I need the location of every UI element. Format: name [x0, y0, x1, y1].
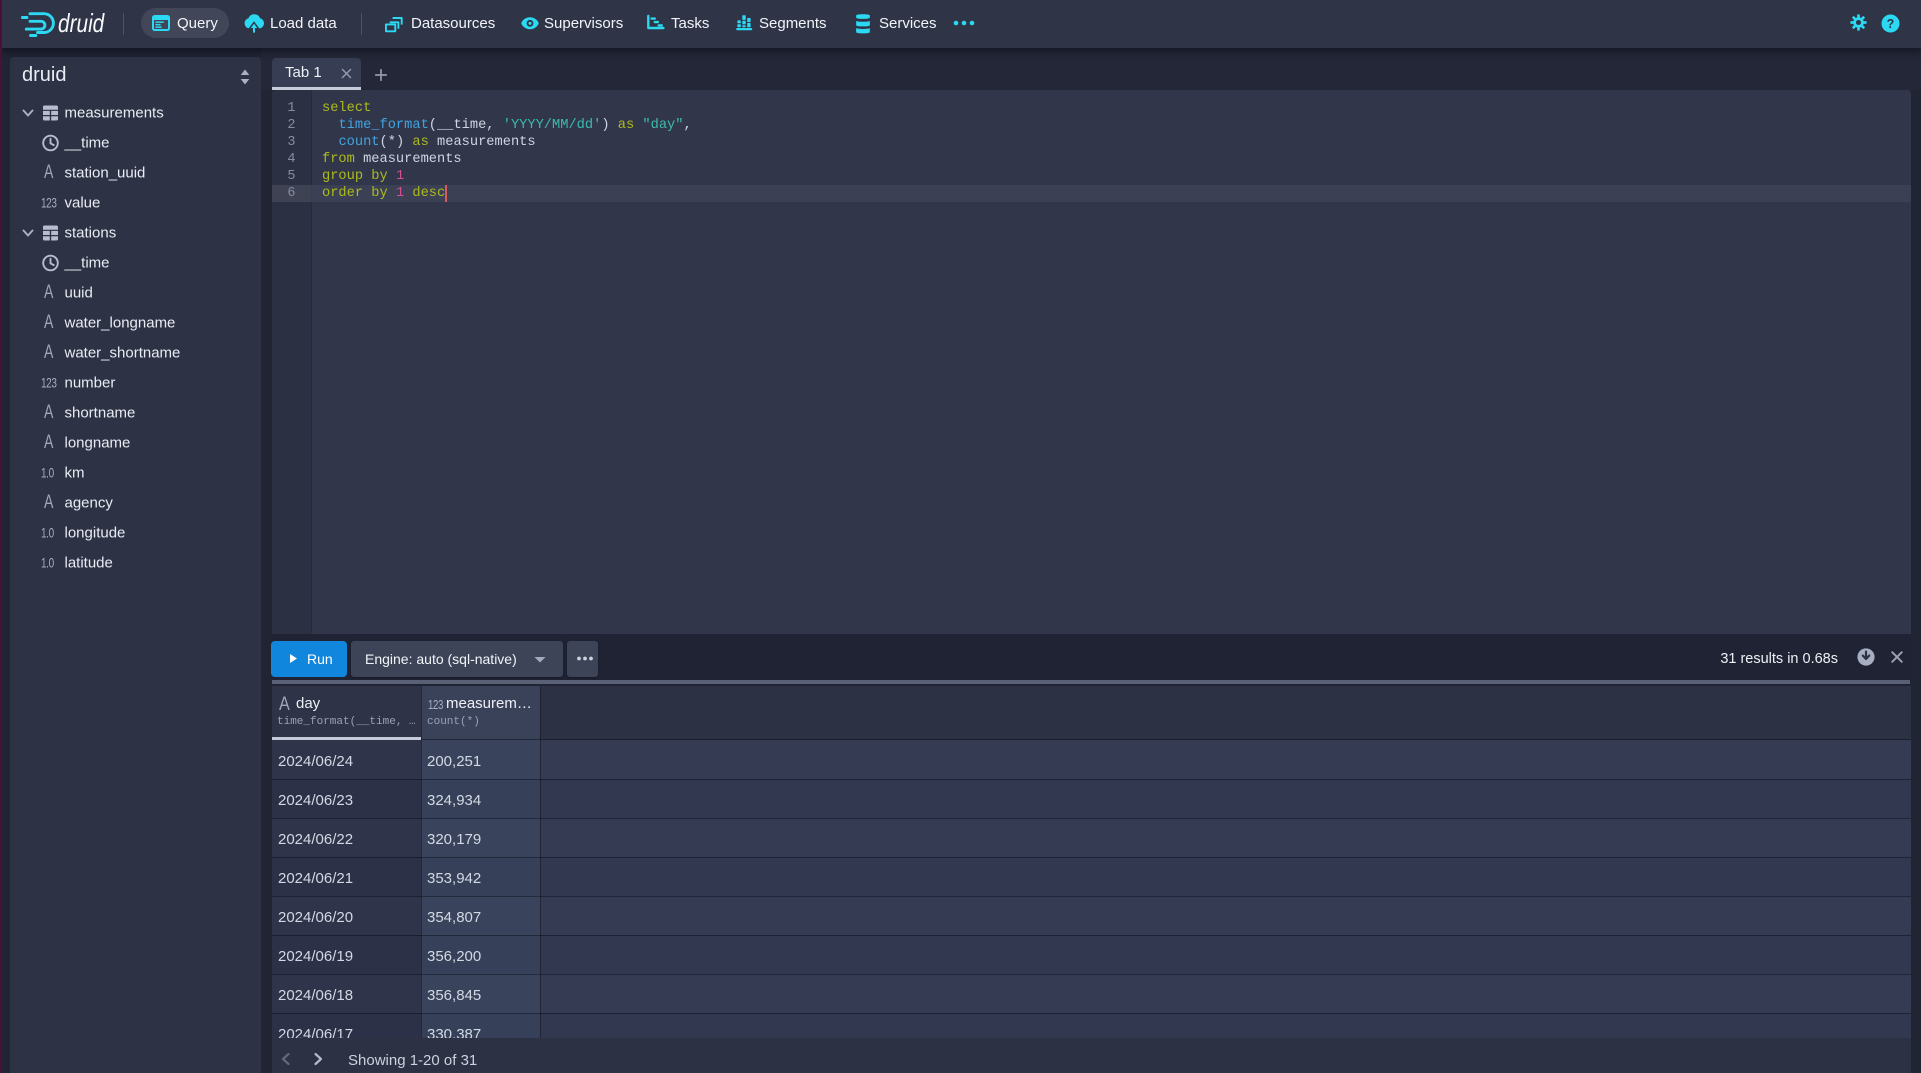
- svg-text:?: ?: [1887, 17, 1895, 31]
